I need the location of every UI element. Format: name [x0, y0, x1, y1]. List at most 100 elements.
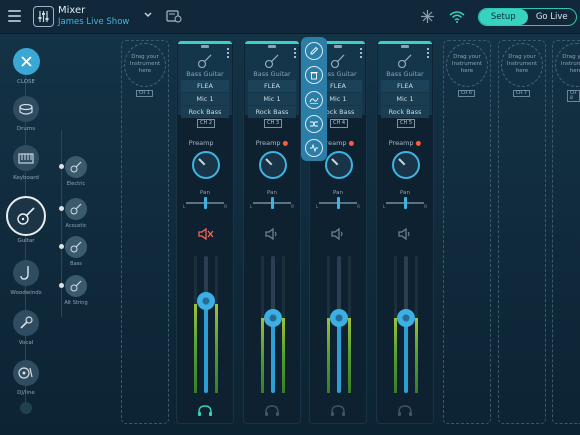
volume-fader-knob[interactable] [264, 308, 282, 327]
brand-field[interactable]: FLEA [381, 80, 429, 92]
speaker-icon[interactable] [397, 227, 415, 241]
channel-tag: CH 2 [197, 119, 216, 128]
preamp-status-dot: ● [415, 139, 422, 147]
style-field[interactable]: Rock Bass [381, 106, 429, 118]
mic-field[interactable]: Mic 1 [381, 93, 429, 105]
channel-tag: CH 6 [458, 90, 475, 97]
preamp-text: Preamp [255, 139, 281, 147]
bass-guitar-icon [197, 54, 212, 69]
subtype-bass[interactable]: Bass [53, 236, 99, 267]
pan-label: Pan [400, 190, 410, 196]
preamp-knob[interactable] [392, 151, 420, 179]
more-options-icon[interactable] [294, 48, 296, 58]
speaker-icon[interactable] [330, 227, 348, 241]
style-field[interactable]: Rock Bass [248, 106, 296, 118]
category-label: DJ/line [17, 390, 35, 396]
mic-field[interactable]: Mic 1 [248, 93, 296, 105]
category-label: Vocal [18, 340, 34, 346]
speaker-icon[interactable] [264, 227, 282, 241]
volume-fader-knob[interactable] [397, 308, 415, 327]
more-options-icon[interactable] [360, 48, 362, 58]
channel-handle[interactable] [334, 45, 342, 48]
mic-field[interactable]: Mic 1 [181, 93, 229, 105]
pan-right-label: R [357, 204, 360, 209]
channel-handle[interactable] [268, 45, 276, 48]
empty-channel-slot[interactable]: Drag your Instrument here CH 6 [443, 40, 491, 424]
edit-icon[interactable] [305, 42, 323, 60]
empty-channel-slot[interactable]: Drag your Instrument here CH 1 [121, 40, 169, 424]
subtype-label: Bass [70, 261, 82, 267]
wifi-icon[interactable] [449, 10, 465, 23]
channel-tag: CH 5 [397, 119, 416, 128]
mode-toggle[interactable]: Setup Go Live [478, 8, 577, 26]
fader-level [271, 317, 275, 393]
pan-label: Pan [200, 190, 210, 196]
eq-icon[interactable] [305, 91, 323, 109]
meter-fill [194, 303, 197, 393]
category-guitar[interactable]: Guitar [4, 196, 48, 244]
preamp-knob[interactable] [192, 151, 220, 179]
preamp-knob[interactable] [259, 151, 287, 179]
category-vocal[interactable]: Vocal [0, 310, 52, 346]
drop-zone[interactable]: Drag your Instrument here [446, 43, 488, 87]
drop-zone[interactable]: Drag your Instrument here [555, 43, 580, 87]
menu-icon[interactable] [8, 10, 21, 22]
drums-icon [13, 96, 39, 122]
empty-channel-slot[interactable]: Drag your Instrument here CH 7 [498, 40, 546, 424]
speaker-muted-icon[interactable] [197, 227, 215, 241]
category-dj-line[interactable]: DJ/line [0, 360, 52, 396]
go-live-mode-button[interactable]: Go Live [528, 9, 577, 25]
sidebar-scroll-indicator[interactable] [20, 402, 32, 414]
chevron-down-icon[interactable] [144, 12, 152, 18]
headphones-icon[interactable] [397, 405, 413, 417]
waveform-icon[interactable] [305, 139, 323, 157]
more-options-icon[interactable] [227, 48, 229, 58]
subtype-label: Acoustic [65, 223, 87, 229]
snowflake-icon[interactable] [420, 9, 435, 24]
category-drums[interactable]: Drums [0, 96, 52, 132]
preamp-knob[interactable] [325, 151, 353, 179]
session-title[interactable]: Mixer James Live Show [58, 5, 129, 27]
empty-channel-slot[interactable]: Drag your Instrument here CH 8 [552, 40, 580, 424]
shuffle-icon[interactable] [305, 115, 323, 133]
channel-tag: CH 7 [513, 90, 530, 97]
session-icon[interactable] [166, 9, 182, 23]
preamp-label: Preamp● [377, 139, 433, 147]
channel-handle[interactable] [201, 45, 209, 48]
level-meter-right [348, 256, 351, 393]
category-label: Guitar [17, 238, 35, 244]
pan-scale: LR [383, 204, 427, 209]
headphones-icon[interactable] [330, 405, 346, 417]
subtype-alt-string[interactable]: Alt String [53, 275, 99, 306]
session-name: James Live Show [58, 17, 130, 27]
pan-scale: LR [183, 204, 227, 209]
headphones-icon[interactable] [264, 405, 280, 417]
microphone-icon [13, 310, 39, 336]
volume-fader-track[interactable] [204, 256, 208, 393]
headphones-icon[interactable] [197, 405, 213, 417]
channel-handle[interactable] [401, 45, 409, 48]
drop-zone[interactable]: Drag your Instrument here [124, 43, 166, 87]
delete-icon[interactable] [305, 66, 323, 84]
more-options-icon[interactable] [427, 48, 429, 58]
preamp-text: Preamp [188, 139, 214, 147]
level-meter-right [215, 256, 218, 393]
pan-right-label: R [424, 204, 427, 209]
category-keyboard[interactable]: Keyboard [0, 145, 52, 181]
volume-fader-knob[interactable] [197, 292, 215, 311]
preamp-status-dot: ● [348, 139, 355, 147]
setup-mode-button[interactable]: Setup [479, 9, 528, 25]
volume-fader-knob[interactable] [330, 308, 348, 327]
close-button[interactable]: CLOSE [0, 48, 52, 85]
preamp-status-dot: ● [282, 139, 289, 147]
close-circle[interactable] [12, 48, 40, 75]
drop-zone[interactable]: Drag your Instrument here [501, 43, 543, 87]
brand-field[interactable]: FLEA [181, 80, 229, 92]
style-field[interactable]: Rock Bass [181, 106, 229, 118]
subtype-acoustic[interactable]: Acoustic [53, 198, 99, 229]
subtype-label: Electric [66, 181, 86, 187]
subtype-electric[interactable]: Electric [53, 156, 99, 187]
pan-right-label: R [224, 204, 227, 209]
category-woodwinds[interactable]: Woodwinds [0, 260, 52, 296]
brand-field[interactable]: FLEA [248, 80, 296, 92]
